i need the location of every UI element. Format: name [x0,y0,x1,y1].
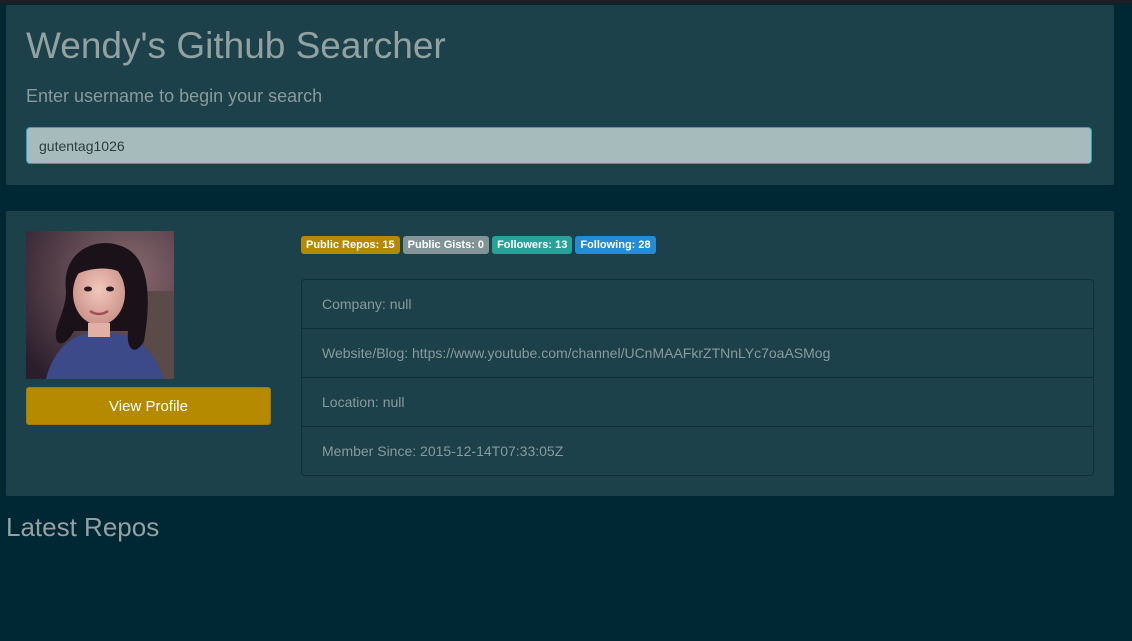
latest-repos-heading: Latest Repos [6,512,160,542]
badge-row: Public Repos: 15 Public Gists: 0 Followe… [301,236,656,254]
following-badge: Following: 28 [575,236,656,254]
page-title: Wendy's Github Searcher [26,25,446,66]
profile-panel: View Profile Public Repos: 15 Public Gis… [6,211,1114,496]
profile-details-list: Company: null Website/Blog: https://www.… [301,279,1094,476]
public-gists-badge: Public Gists: 0 [402,236,490,254]
page-subtitle: Enter username to begin your search [26,86,323,106]
followers-badge: Followers: 13 [492,236,573,254]
avatar-image [26,231,174,379]
avatar [26,231,174,379]
view-profile-button[interactable]: View Profile [26,387,271,425]
public-repos-badge: Public Repos: 15 [301,236,400,254]
search-input[interactable] [26,127,1092,164]
location-item: Location: null [302,377,1093,426]
search-panel: Wendy's Github Searcher Enter username t… [6,5,1114,185]
top-strip [0,0,1132,4]
website-item: Website/Blog: https://www.youtube.com/ch… [302,328,1093,377]
company-item: Company: null [322,296,412,312]
member-since-item: Member Since: 2015-12-14T07:33:05Z [302,426,1093,475]
